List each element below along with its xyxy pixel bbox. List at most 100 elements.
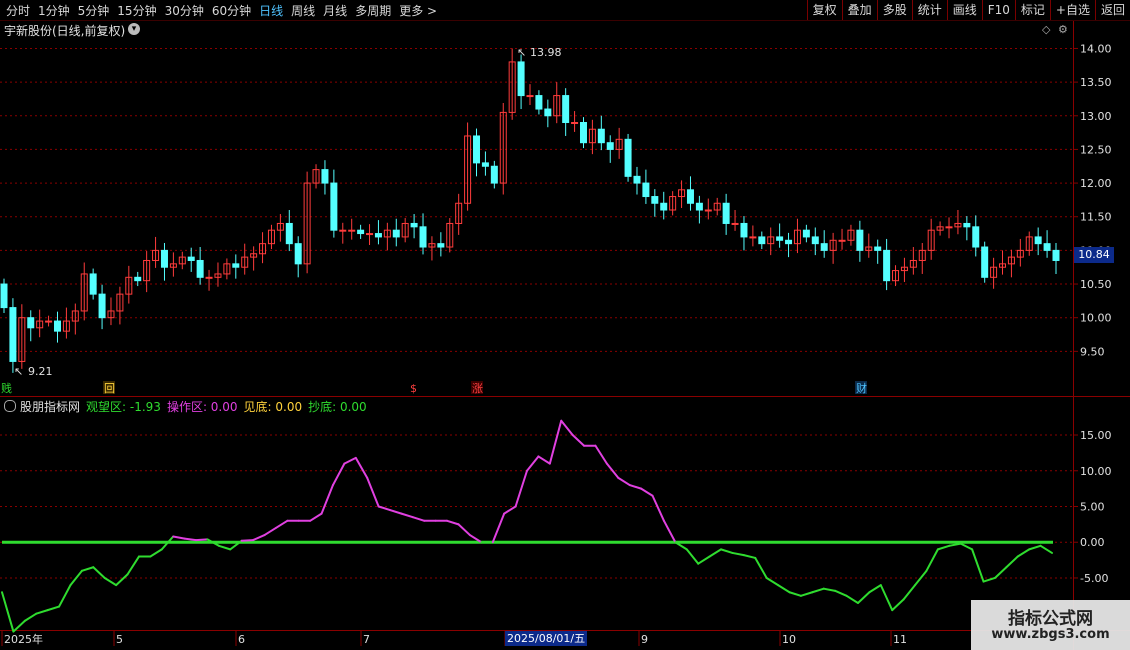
toolbar-button-6[interactable]: 标记 [1014,0,1050,20]
candle-body [633,175,641,184]
watch-zone-line [879,584,894,612]
candle-body [972,226,980,248]
price-tick-label: 14.00 [1080,42,1112,55]
candle-body [544,108,552,117]
watch-zone-line [46,605,61,612]
period-tab-5[interactable]: 60分钟 [208,2,255,19]
diamond-icon[interactable]: ◇ [1042,23,1050,36]
candle-body [339,229,347,232]
date-label: 11 [893,633,907,646]
watch-zone-line [822,587,837,592]
price-tick-label: 12.50 [1080,143,1112,156]
candle-body [321,169,329,184]
candle-body [490,165,498,184]
toolbar-button-5[interactable]: F10 [981,0,1015,20]
watch-zone-line [834,589,848,597]
candle-body [89,273,97,295]
operate-zone-line [446,519,460,526]
candle-body [686,189,694,204]
candle-body [357,229,365,235]
event-marker: 涨 [472,382,483,395]
toolbar-button-3[interactable]: 统计 [911,0,947,20]
candle-body [1034,236,1042,245]
operate-zone-line [195,538,209,542]
date-label: 10 [782,633,796,646]
period-tab-6[interactable]: 日线 [255,2,287,19]
price-tick-label: 13.00 [1080,110,1112,123]
toolbar-button-1[interactable]: 叠加 [841,0,877,20]
watch-zone-line [788,591,802,597]
operate-zone-line [331,462,346,487]
watch-zone-line [708,548,723,558]
watch-zone-line [811,587,825,594]
date-label: 7 [363,633,370,646]
cursor-date-tag: 2025/08/01/五 [505,631,588,646]
candle-body [374,233,382,238]
chevron-down-icon[interactable]: ▾ [128,23,140,35]
period-tab-9[interactable]: 多周期 [351,2,395,19]
candle-body [187,256,195,261]
kline-chart[interactable]: 14.0013.5013.0012.5012.0011.5011.0010.50… [0,0,1130,650]
candle-body [330,182,338,231]
period-tab-7[interactable]: 周线 [287,2,319,19]
candle-body [160,249,168,268]
low-price-arrow: ↖ [14,365,23,378]
event-marker: $ [410,382,417,395]
indicator-name[interactable]: 股朋指标网 [20,398,80,415]
watch-zone-line [685,548,700,565]
candle-body [535,95,543,110]
toolbar-button-7[interactable]: +自选 [1049,0,1095,20]
toolbar-button-4[interactable]: 画线 [946,0,982,20]
watch-zone-line [35,609,49,615]
watch-zone-line [948,542,962,547]
candle-body [624,138,632,177]
candle-body [481,162,489,167]
event-marker: 财 [856,381,867,395]
period-tab-2[interactable]: 5分钟 [74,2,114,19]
candle-body [704,209,712,212]
operate-zone-line [240,539,255,542]
operate-zone-line [640,487,654,497]
candle-body [642,182,650,198]
toolbar-button-8[interactable]: 返回 [1094,0,1130,20]
operate-zone-line [366,476,380,508]
period-tab-8[interactable]: 月线 [319,2,351,19]
watch-zone-line [777,584,791,594]
candle-body [294,243,302,265]
candle-body [579,122,587,144]
candle-body [27,317,35,329]
watch-zone-line [959,542,974,551]
indicator-menu-icon[interactable] [4,400,16,412]
period-tab-10[interactable]: 更多 > [395,2,441,19]
operate-zone-line [526,455,540,472]
watch-zone-line [149,548,163,558]
low-price-label: 9.21 [28,365,53,378]
settings-icon[interactable]: ⚙ [1058,23,1068,36]
indicator-value-3: 抄底: 0.00 [308,399,367,414]
watch-zone-line [697,555,711,565]
candle-body [597,128,605,144]
date-label: 9 [641,633,648,646]
toolbar-button-2[interactable]: 多股 [876,0,912,20]
watch-zone-line [754,556,768,579]
candle-body [731,222,739,225]
period-tab-0[interactable]: 分时 [2,2,34,19]
candle-body [526,95,534,98]
period-tab-3[interactable]: 15分钟 [113,2,160,19]
candle-body [606,142,614,150]
watch-zone-line [845,594,859,604]
watch-zone-line [765,576,780,587]
candle-body [963,222,971,228]
watch-zone-line [1028,544,1042,551]
operate-zone-line [377,505,392,512]
period-tab-1[interactable]: 1分钟 [34,2,74,19]
stock-title[interactable]: 宇新股份(日线,前复权) [4,22,125,39]
toolbar-button-0[interactable]: 复权 [806,0,842,20]
watch-zone-line [971,548,985,583]
watch-zone-line [1016,548,1031,558]
candle-body [9,307,17,362]
date-label: 6 [238,633,245,646]
price-tick-label: 10.00 [1080,312,1112,325]
period-tab-4[interactable]: 30分钟 [161,2,208,19]
candle-body [838,239,846,242]
